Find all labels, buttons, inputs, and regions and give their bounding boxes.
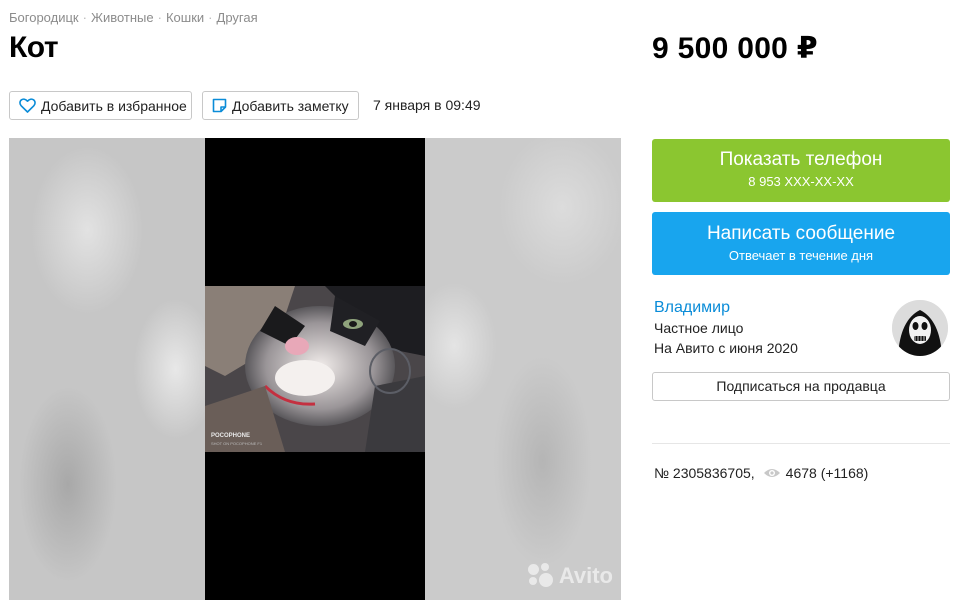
listing-number: № 2305836705, — [654, 465, 755, 481]
photo-blur-background-right — [425, 138, 621, 600]
subscribe-to-seller-button[interactable]: Подписаться на продавца — [652, 372, 950, 401]
avito-logo-icon — [527, 563, 554, 589]
seller-since: На Авито с июня 2020 — [654, 340, 798, 356]
breadcrumb: Богородицк · Животные · Кошки · Другая — [9, 10, 258, 25]
show-phone-button[interactable]: Показать телефон 8 953 XXX-XX-XX — [652, 139, 950, 202]
views-count: 4678 (+1168) — [785, 465, 869, 481]
add-to-favorites-button[interactable]: Добавить в избранное — [9, 91, 192, 120]
main-photo[interactable]: POCOPHONE SHOT ON POCOPHONE F1 — [205, 138, 425, 600]
listing-stats: № 2305836705, 4678 (+1168) — [654, 465, 868, 481]
seller-avatar[interactable] — [892, 300, 948, 356]
response-time-note: Отвечает в течение дня — [728, 248, 874, 263]
add-note-label: Добавить заметку — [232, 97, 349, 114]
breadcrumb-separator: · — [157, 10, 162, 25]
photo-caption: POCOPHONE SHOT ON POCOPHONE F1 — [211, 433, 263, 446]
divider — [652, 443, 950, 444]
cat-photo: POCOPHONE SHOT ON POCOPHONE F1 — [205, 286, 425, 452]
watermark-text: Avito — [558, 563, 613, 588]
seller-name-link[interactable]: Владимир — [654, 299, 730, 317]
breadcrumb-separator: · — [82, 10, 87, 25]
listing-price: 9 500 000 ₽ — [652, 32, 818, 65]
publication-date: 7 января в 09:49 — [373, 97, 481, 113]
send-message-label: Написать сообщение — [706, 223, 896, 244]
breadcrumb-item-animals[interactable]: Животные — [91, 10, 154, 25]
add-note-button[interactable]: Добавить заметку — [202, 91, 359, 120]
masked-phone-number: 8 953 XXX-XX-XX — [748, 174, 854, 189]
eye-icon — [763, 469, 780, 477]
seller-type: Частное лицо — [654, 320, 744, 336]
breadcrumb-item-city[interactable]: Богородицк — [9, 10, 79, 25]
heart-outline-icon — [19, 98, 36, 113]
note-icon — [212, 98, 227, 113]
show-phone-label: Показать телефон — [719, 149, 883, 170]
add-to-favorites-label: Добавить в избранное — [41, 97, 187, 114]
photo-gallery[interactable]: POCOPHONE SHOT ON POCOPHONE F1 Avito — [9, 138, 621, 600]
photo-blur-background-left — [9, 138, 205, 600]
send-message-button[interactable]: Написать сообщение Отвечает в течение дн… — [652, 212, 950, 275]
page-title: Кот — [9, 31, 59, 64]
breadcrumb-separator: · — [208, 10, 213, 25]
breadcrumb-item-cats[interactable]: Кошки — [166, 10, 204, 25]
breadcrumb-item-other[interactable]: Другая — [217, 10, 258, 25]
avito-watermark: Avito — [527, 563, 613, 589]
